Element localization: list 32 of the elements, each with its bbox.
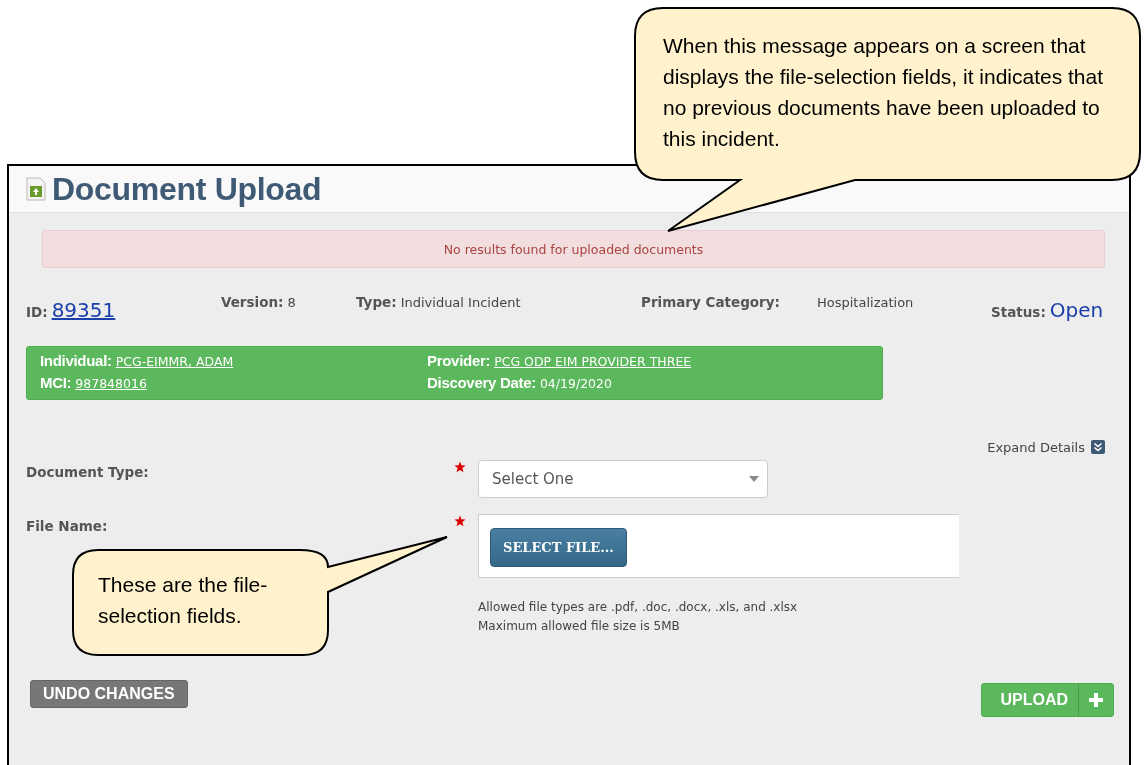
- summary-label: Provider:: [427, 352, 491, 369]
- expand-details-link[interactable]: Expand Details: [987, 439, 1085, 455]
- document-icon: [26, 177, 46, 201]
- summary-label: Individual:: [40, 352, 112, 369]
- document-type-select[interactable]: Select One: [478, 460, 768, 498]
- caret-icon: [749, 476, 759, 482]
- summary-label: Discovery Date:: [427, 374, 536, 391]
- info-label: Status:: [991, 304, 1046, 320]
- field-label: Document Type:: [26, 463, 150, 480]
- hint-text: Maximum allowed file size is 5MB: [478, 618, 681, 635]
- info-value: Hospitalization: [817, 295, 914, 310]
- alert-message: No results found for uploaded documents: [42, 230, 1105, 268]
- info-label: Type:: [356, 294, 397, 310]
- info-value: 8: [287, 295, 296, 310]
- file-drop-field[interactable]: SELECT FILE...: [478, 514, 959, 578]
- status-value: Open: [1049, 298, 1104, 322]
- callout-text: These are the file-selection fields.: [98, 572, 269, 629]
- summary-label: MCI:: [40, 374, 72, 391]
- hint-text: Allowed file types are .pdf, .doc, .docx, .xls, and .xlsx: [478, 599, 799, 616]
- info-label: Primary Category:: [641, 294, 781, 310]
- undo-changes-button[interactable]: UNDO CHANGES: [30, 680, 188, 708]
- select-file-button[interactable]: SELECT FILE...: [490, 528, 627, 567]
- page-title: Document Upload: [52, 170, 322, 208]
- info-label: Version:: [221, 294, 284, 310]
- info-value: Individual Incident: [400, 295, 521, 310]
- summary-value: 04/19/2020: [539, 376, 612, 391]
- field-label: File Name:: [26, 517, 109, 534]
- info-label: ID:: [26, 304, 48, 320]
- chevrons-down-icon[interactable]: [1091, 440, 1105, 454]
- id-link[interactable]: 89351: [51, 298, 116, 322]
- plus-icon: [1089, 693, 1103, 707]
- callout-text: When this message appears on a screen that displays the file-selection fields, it indicates that no previous documents have been uploaded to this incident.: [663, 33, 1105, 152]
